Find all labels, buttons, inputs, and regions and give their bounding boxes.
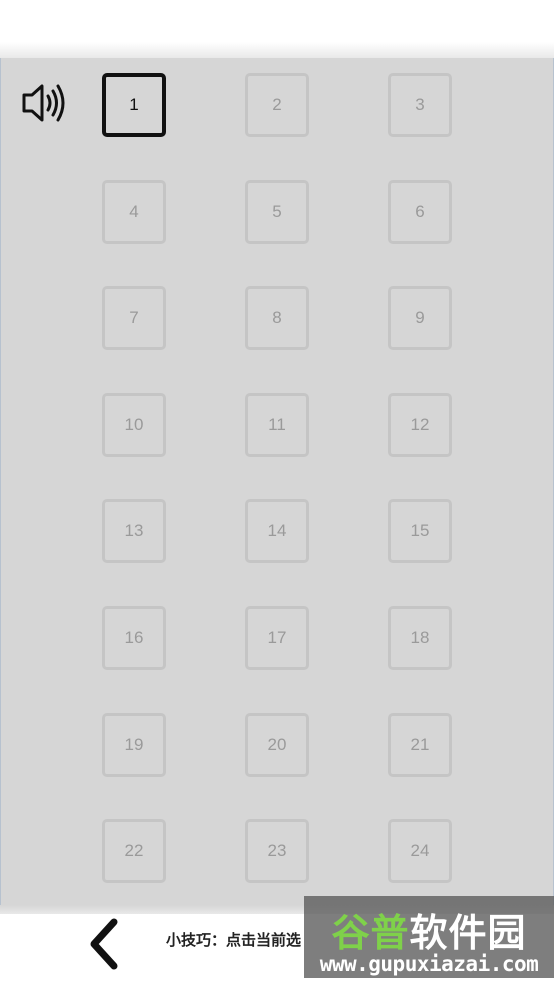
level-button-16[interactable]: 16	[102, 605, 166, 670]
back-button[interactable]	[84, 918, 124, 970]
level-button-2[interactable]: 2	[245, 73, 309, 137]
level-button-18[interactable]: 18	[388, 605, 452, 670]
level-button-19[interactable]: 19	[102, 712, 166, 777]
level-button-15[interactable]: 15	[388, 499, 452, 564]
watermark-title: 谷普软件园	[331, 911, 527, 955]
level-button-7[interactable]: 7	[102, 286, 166, 351]
level-button-24[interactable]: 24	[388, 819, 452, 884]
level-button-3[interactable]: 3	[388, 73, 452, 137]
speaker-on-icon	[22, 84, 65, 122]
level-button-4[interactable]: 4	[102, 179, 166, 244]
level-button-10[interactable]: 10	[102, 392, 166, 457]
level-button-12[interactable]: 12	[388, 392, 452, 457]
chevron-left-icon	[90, 918, 118, 970]
watermark-logo: 谷普软件园 www.gupuxiazai.com	[304, 896, 554, 978]
level-button-6[interactable]: 6	[388, 179, 452, 244]
level-button-9[interactable]: 9	[388, 286, 452, 351]
level-button-20[interactable]: 20	[245, 712, 309, 777]
level-button-14[interactable]: 14	[245, 499, 309, 564]
level-button-23[interactable]: 23	[245, 819, 309, 884]
level-button-1[interactable]: 1	[102, 73, 166, 137]
top-area	[0, 0, 554, 60]
level-grid: 1 2 3 4 5 6 7 8 9 10 11 12 13 14 15 16 17 18 19 20 21 22 23 24	[102, 73, 452, 884]
level-button-22[interactable]: 22	[102, 819, 166, 884]
level-button-13[interactable]: 13	[102, 499, 166, 564]
level-button-17[interactable]: 17	[245, 605, 309, 670]
level-button-5[interactable]: 5	[245, 179, 309, 244]
level-button-8[interactable]: 8	[245, 286, 309, 351]
level-button-21[interactable]: 21	[388, 712, 452, 777]
watermark-url: www.gupuxiazai.com	[319, 952, 539, 976]
sound-toggle-button[interactable]	[20, 80, 72, 126]
level-button-11[interactable]: 11	[245, 392, 309, 457]
